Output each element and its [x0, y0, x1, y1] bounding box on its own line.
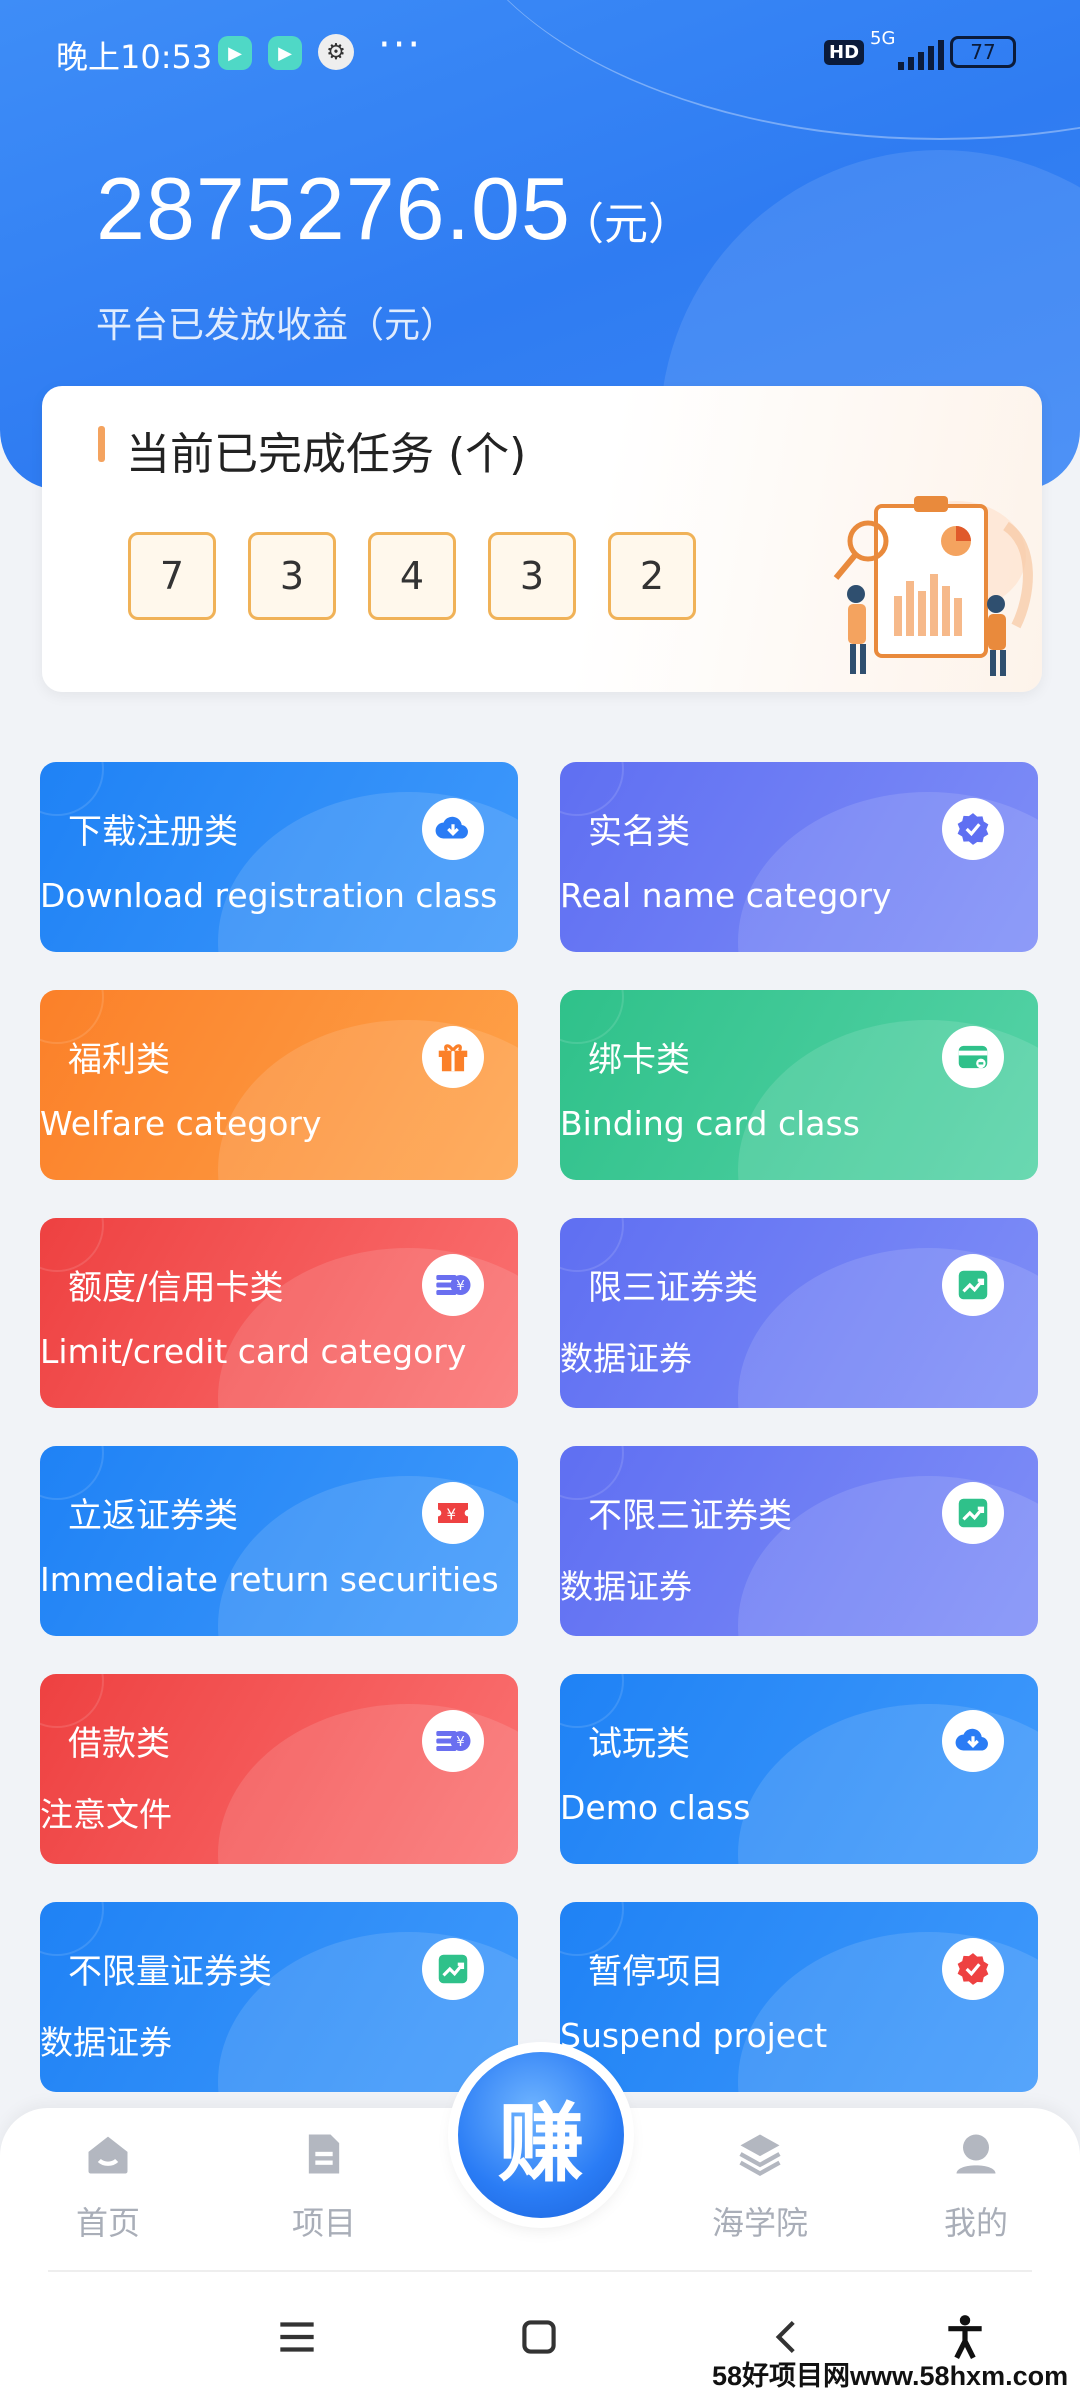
- more-notifications-icon: ···: [378, 22, 423, 68]
- ticket-icon: ¥: [422, 1482, 484, 1544]
- category-subtitle: 注意文件: [40, 1795, 172, 1834]
- category-subtitle: Real name category: [560, 876, 892, 915]
- data-analysis-illustration: [833, 496, 1033, 676]
- category-demo[interactable]: 试玩类 Demo class: [560, 1674, 1038, 1864]
- counter-digit: 3: [248, 532, 336, 620]
- play-app-icon: ▶: [268, 36, 302, 70]
- category-subtitle: 数据证券: [560, 1339, 692, 1378]
- nav-academy-label: 海学院: [711, 2204, 808, 2242]
- category-welfare[interactable]: 福利类 Welfare category: [40, 990, 518, 1180]
- status-time: 晚上10:53: [56, 38, 213, 76]
- category-binding-card[interactable]: 绑卡类 Binding card class: [560, 990, 1038, 1180]
- play-app-icon: ▶: [218, 36, 252, 70]
- category-limit-credit-card[interactable]: 额度/信用卡类 Limit/credit card category ¥: [40, 1218, 518, 1408]
- battery-icon: 77: [950, 36, 1016, 68]
- category-subtitle: 数据证券: [40, 2023, 172, 2062]
- category-title: 福利类: [68, 1040, 170, 1080]
- total-earnings-label: 平台已发放收益（元）: [96, 305, 457, 346]
- battery-level: 77: [970, 40, 996, 64]
- nav-mine-label: 我的: [943, 2204, 1008, 2242]
- nav-mine[interactable]: 我的: [906, 2128, 1046, 2244]
- network-type: 5G: [870, 28, 896, 49]
- svg-text:¥: ¥: [456, 1279, 464, 1294]
- gift-icon: [422, 1026, 484, 1088]
- category-subtitle: Binding card class: [560, 1104, 860, 1143]
- category-title: 限三证券类: [588, 1268, 758, 1308]
- layers-icon: [739, 2134, 781, 2176]
- counter-digit: 4: [368, 532, 456, 620]
- completed-tasks-counter: 7 3 4 3 2: [128, 532, 696, 620]
- category-title: 试玩类: [588, 1724, 690, 1764]
- category-title: 不限量证券类: [68, 1952, 272, 1992]
- counter-digit: 7: [128, 532, 216, 620]
- svg-text:¥: ¥: [447, 1506, 457, 1524]
- category-title: 立返证券类: [68, 1496, 238, 1536]
- category-title: 不限三证券类: [588, 1496, 792, 1536]
- category-loan[interactable]: 借款类 注意文件 ¥: [40, 1674, 518, 1864]
- category-download-registration[interactable]: 下载注册类 Download registration class: [40, 762, 518, 952]
- title-accent-bar: [98, 426, 105, 462]
- home-icon: [88, 2136, 128, 2174]
- category-suspend-project[interactable]: 暂停项目 Suspend project: [560, 1902, 1038, 2092]
- category-subtitle: 数据证券: [560, 1567, 692, 1606]
- category-title: 额度/信用卡类: [68, 1268, 284, 1308]
- category-subtitle: Limit/credit card category: [40, 1332, 467, 1371]
- trend-chart-icon: [422, 1938, 484, 2000]
- category-title: 实名类: [588, 812, 690, 852]
- completed-tasks-card: 当前已完成任务 (个) 7 3 4 3 2: [42, 386, 1042, 692]
- category-immediate-return-securities[interactable]: 立返证券类 Immediate return securities ¥: [40, 1446, 518, 1636]
- status-bar: 晚上10:53 ▶ ▶ ⚙ ··· HD 5G 77: [0, 0, 1080, 100]
- category-unlimited-three-securities[interactable]: 不限三证券类 数据证券: [560, 1446, 1038, 1636]
- divider: [48, 2270, 1032, 2272]
- category-subtitle: Demo class: [560, 1788, 751, 1827]
- signal-icon: [898, 40, 944, 70]
- trend-chart-icon: [942, 1254, 1004, 1316]
- total-earnings-unit: （元）: [560, 199, 692, 250]
- completed-tasks-title: 当前已完成任务 (个): [126, 429, 527, 480]
- category-subtitle: Welfare category: [40, 1104, 322, 1143]
- nav-projects-label: 项目: [291, 2204, 356, 2242]
- nav-academy[interactable]: 海学院: [690, 2128, 830, 2244]
- category-unlimited-securities[interactable]: 不限量证券类 数据证券: [40, 1902, 518, 2092]
- cloud-download-icon: [422, 798, 484, 860]
- document-icon: [308, 2134, 340, 2174]
- earn-button[interactable]: 赚: [458, 2052, 624, 2218]
- home-square-icon[interactable]: [514, 2312, 564, 2362]
- category-limit-three-securities[interactable]: 限三证券类 数据证券: [560, 1218, 1038, 1408]
- counter-digit: 3: [488, 532, 576, 620]
- category-title: 暂停项目: [588, 1952, 724, 1992]
- category-subtitle: Suspend project: [560, 2016, 828, 2055]
- total-earnings-amount: 2875276.05: [96, 159, 571, 258]
- category-title: 绑卡类: [588, 1040, 690, 1080]
- card-icon: [942, 1026, 1004, 1088]
- nav-projects[interactable]: 项目: [254, 2128, 394, 2244]
- category-subtitle: Download registration class: [40, 876, 498, 915]
- trend-chart-icon: [942, 1482, 1004, 1544]
- counter-digit: 2: [608, 532, 696, 620]
- category-subtitle: Immediate return securities: [40, 1560, 499, 1599]
- coin-stack-icon: ¥: [422, 1710, 484, 1772]
- nav-home-label: 首页: [75, 2204, 140, 2242]
- category-title: 下载注册类: [68, 812, 238, 852]
- category-real-name[interactable]: 实名类 Real name category: [560, 762, 1038, 952]
- watermark-text: 58好项目网www.58hxm.com: [712, 2361, 1069, 2391]
- badge-red-icon: [942, 1938, 1004, 2000]
- verified-badge-icon: [942, 798, 1004, 860]
- svg-text:¥: ¥: [456, 1735, 464, 1750]
- cloud-download-icon: [942, 1710, 1004, 1772]
- settings-app-icon: ⚙: [318, 34, 354, 70]
- earn-button-label: 赚: [498, 2093, 584, 2194]
- coin-stack-icon: ¥: [422, 1254, 484, 1316]
- user-icon: [956, 2134, 996, 2174]
- hd-voice-icon: HD: [824, 40, 865, 65]
- menu-icon[interactable]: [272, 2312, 322, 2362]
- nav-home[interactable]: 首页: [38, 2128, 178, 2244]
- category-title: 借款类: [68, 1724, 170, 1764]
